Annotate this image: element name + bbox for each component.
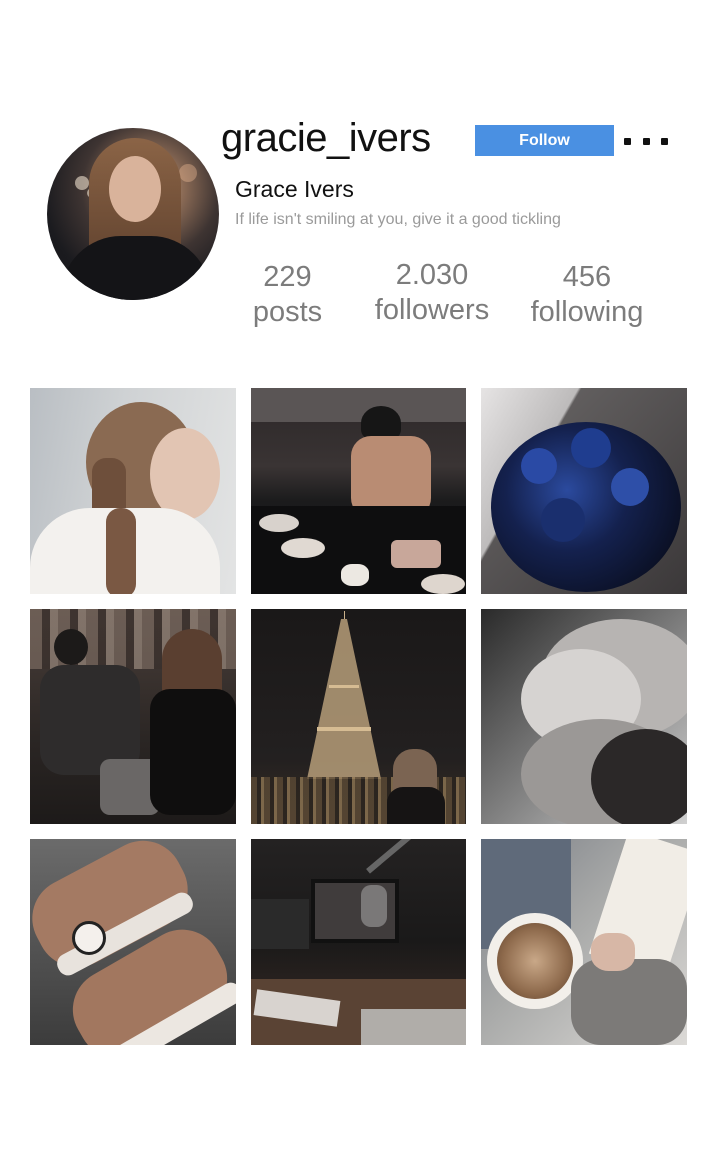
stat-followers-label: followers xyxy=(374,294,490,326)
stat-following[interactable]: 456 following xyxy=(522,260,652,330)
stat-following-label: following xyxy=(530,296,644,328)
post-couple-close-up[interactable] xyxy=(481,609,687,824)
stat-followers-count: 2.030 xyxy=(395,259,469,291)
post-eiffel-tower-night[interactable] xyxy=(251,609,466,824)
stat-followers[interactable]: 2.030 followers xyxy=(362,258,502,328)
post-couple-in-shop[interactable] xyxy=(30,609,236,824)
bio-text: If life isn't smiling at you, give it a … xyxy=(235,211,561,228)
display-name: Grace Ivers xyxy=(235,176,354,202)
post-girl-with-braid[interactable] xyxy=(30,388,236,594)
post-man-kitchen-breakfast[interactable] xyxy=(251,388,466,594)
stat-posts-count: 229 xyxy=(263,261,312,293)
username: gracie_ivers xyxy=(221,116,431,160)
posts-grid xyxy=(30,388,687,1045)
stat-posts[interactable]: 229 posts xyxy=(240,260,335,330)
post-coffee-cup-book[interactable] xyxy=(481,839,687,1045)
stat-following-count: 456 xyxy=(562,261,612,293)
post-radio-studio[interactable] xyxy=(251,839,466,1045)
post-blue-roses-bouquet[interactable] xyxy=(481,388,687,594)
post-converse-sneakers[interactable] xyxy=(30,839,236,1045)
follow-button[interactable]: Follow xyxy=(475,125,614,156)
more-dots-icon[interactable] xyxy=(624,136,668,146)
stat-posts-label: posts xyxy=(252,296,323,328)
profile-avatar[interactable] xyxy=(47,128,219,300)
